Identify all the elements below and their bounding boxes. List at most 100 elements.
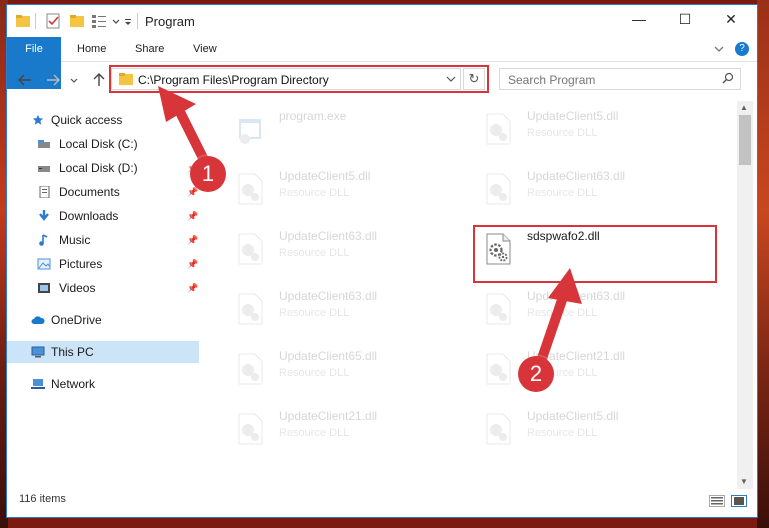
scroll-up-arrow-icon[interactable]: ▲: [740, 103, 748, 112]
large-icons-view-button[interactable]: [731, 495, 747, 507]
drive-icon: [38, 140, 50, 148]
back-arrow-icon[interactable]: [17, 72, 33, 88]
dll-gear-icon: [486, 353, 511, 385]
minimize-button[interactable]: —: [629, 11, 649, 31]
folder-icon: [16, 15, 30, 27]
tab-home[interactable]: Home: [65, 37, 118, 61]
details-view-icon: [711, 497, 723, 505]
dll-gear-icon: [238, 413, 263, 445]
sidebar-item-label: Documents: [59, 185, 120, 199]
search-input[interactable]: [506, 71, 710, 89]
up-arrow-icon[interactable]: [91, 72, 107, 88]
chevron-down-icon[interactable]: [111, 13, 121, 29]
cloud-icon: [31, 316, 45, 324]
file-name: UpdateClient5.dll: [527, 409, 619, 423]
search-icon[interactable]: [722, 72, 734, 84]
view-details-icon[interactable]: [91, 13, 107, 29]
dll-gear-icon: [238, 293, 263, 325]
star-icon: [32, 114, 44, 125]
sidebar-item-label: OneDrive: [51, 313, 102, 327]
window-title: Program: [145, 14, 195, 29]
file-item[interactable]: UpdateClient5.dll Resource DLL: [461, 103, 693, 155]
sidebar-item-downloads[interactable]: Downloads 📌: [7, 205, 199, 227]
file-item[interactable]: UpdateClient21.dll Resource DLL: [213, 403, 445, 455]
sidebar-item-label: Network: [51, 377, 96, 391]
file-item[interactable]: UpdateClient63.dll Resource DLL: [461, 283, 693, 335]
chevron-down-icon[interactable]: [713, 44, 725, 54]
sidebar-item-quick-access[interactable]: Quick access: [7, 109, 199, 131]
customize-toolbar-icon[interactable]: [123, 13, 133, 29]
sidebar-item-documents[interactable]: Documents 📌: [7, 181, 199, 203]
file-item[interactable]: UpdateClient63.dll Resource DLL: [213, 283, 445, 335]
sidebar-item-label: Pictures: [59, 257, 103, 271]
drive-icon: [38, 166, 50, 172]
sidebar-item-label: Quick access: [51, 113, 123, 127]
sidebar-item-local-disk-d[interactable]: Local Disk (D:) 📌: [7, 157, 199, 179]
sidebar-item-local-disk-c[interactable]: Local Disk (C:): [7, 133, 199, 155]
file-item[interactable]: UpdateClient21.dll Resource DLL: [461, 343, 693, 395]
navigation-bar: C:\Program Files\Program Directory ↻: [7, 63, 757, 97]
sidebar-item-label: Music: [59, 233, 91, 247]
file-type: Resource DLL: [527, 187, 598, 199]
pictures-icon: [37, 258, 51, 270]
title-divider: [137, 13, 138, 29]
close-button[interactable]: ✕: [721, 11, 741, 31]
downloads-icon: [39, 210, 49, 221]
sidebar-item-music[interactable]: Music 📌: [7, 229, 199, 251]
sidebar-item-network[interactable]: Network: [7, 373, 199, 395]
sidebar-item-videos[interactable]: Videos 📌: [7, 277, 199, 299]
tab-view[interactable]: View: [181, 37, 229, 61]
pin-icon: 📌: [187, 259, 199, 269]
dll-gear-icon: [486, 173, 511, 205]
file-name: UpdateClient63.dll: [527, 169, 626, 183]
help-icon[interactable]: ?: [735, 42, 749, 56]
file-item[interactable]: UpdateClient63.dll Resource DLL: [461, 163, 693, 215]
file-type: Resource DLL: [527, 307, 598, 319]
file-item[interactable]: UpdateClient63.dll Resource DLL: [213, 223, 445, 275]
file-list: program.exe UpdateClient5.dll Resource D…: [207, 101, 735, 481]
details-view-button[interactable]: [709, 495, 725, 507]
scroll-down-arrow-icon[interactable]: ▼: [740, 477, 748, 486]
sidebar-item-onedrive[interactable]: OneDrive: [7, 309, 199, 331]
scrollbar-thumb[interactable]: [739, 115, 751, 165]
address-highlight-box: [109, 65, 489, 93]
file-item[interactable]: UpdateClient65.dll Resource DLL: [213, 343, 445, 395]
dll-gear-icon: [486, 413, 511, 445]
ribbon-tabs: File Home Share View ?: [7, 37, 757, 89]
forward-arrow-icon[interactable]: [45, 72, 61, 88]
file-name: UpdateClient63.dll: [279, 229, 378, 243]
videos-icon: [38, 283, 50, 293]
file-item[interactable]: program.exe: [213, 103, 445, 155]
dll-gear-icon: [486, 113, 511, 145]
file-highlight-box: [473, 225, 717, 283]
dll-gear-icon: [238, 233, 263, 265]
search-box[interactable]: [499, 68, 741, 90]
file-name: program.exe: [279, 109, 347, 123]
file-name: UpdateClient63.dll: [279, 289, 378, 303]
file-name: UpdateClient65.dll: [279, 349, 378, 363]
file-name: UpdateClient5.dll: [279, 169, 371, 183]
dll-gear-icon: [238, 353, 263, 385]
documents-icon: [39, 186, 50, 198]
maximize-button[interactable]: ☐: [675, 11, 695, 31]
sidebar-item-label: Local Disk (D:): [59, 161, 138, 175]
title-bar: Program — ☐ ✕: [7, 5, 757, 37]
sidebar-item-pictures[interactable]: Pictures 📌: [7, 253, 199, 275]
recent-locations-icon[interactable]: [69, 72, 79, 88]
pin-icon: 📌: [187, 283, 199, 293]
sidebar-item-this-pc[interactable]: This PC: [7, 341, 199, 363]
tab-share[interactable]: Share: [123, 37, 176, 61]
file-item[interactable]: UpdateClient5.dll Resource DLL: [213, 163, 445, 215]
file-name: UpdateClient63.dll: [527, 289, 626, 303]
sidebar-item-label: Downloads: [59, 209, 119, 223]
file-type: Resource DLL: [279, 307, 350, 319]
sidebar-item-label: This PC: [51, 345, 94, 359]
file-type: Resource DLL: [279, 427, 350, 439]
vertical-scrollbar[interactable]: ▲ ▼: [737, 101, 753, 489]
new-folder-icon[interactable]: [69, 13, 85, 29]
navigation-pane: Quick access Local Disk (C:) Local Disk …: [7, 101, 203, 491]
file-item[interactable]: UpdateClient5.dll Resource DLL: [461, 403, 693, 455]
status-item-count: 116 items: [19, 493, 66, 505]
step-badge-2: 2: [518, 356, 554, 392]
properties-icon[interactable]: [45, 13, 61, 29]
